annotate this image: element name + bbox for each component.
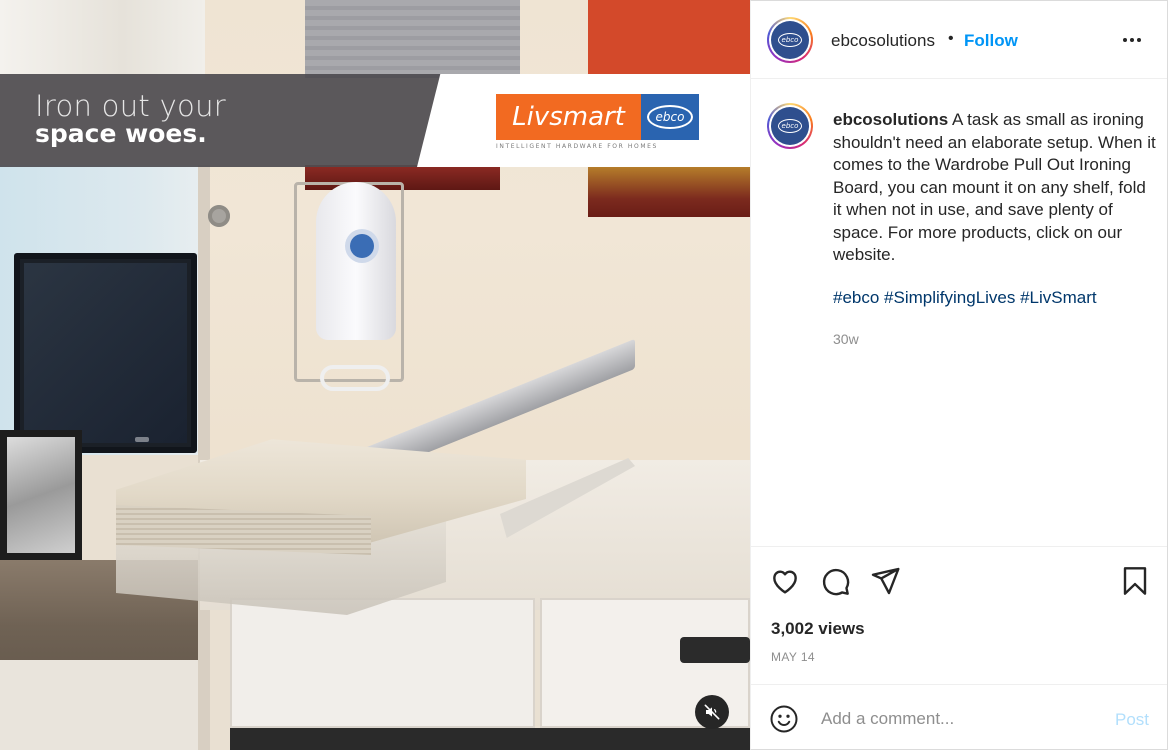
curtain: [0, 0, 205, 80]
header-separator: •: [948, 30, 954, 47]
caption-section: ebco ebcosolutions A task as small as ir…: [751, 79, 1167, 547]
overhead-shelf: [588, 165, 750, 217]
livsmart-wordmark: Livsmart: [496, 94, 641, 140]
red-cabinet: [588, 0, 750, 78]
follow-button[interactable]: Follow: [964, 31, 1018, 51]
caption: ebcosolutions A task as small as ironing…: [833, 109, 1157, 267]
muted-speaker-icon: [704, 704, 720, 720]
livsmart-logo: Livsmart ebco: [496, 94, 701, 140]
caption-username[interactable]: ebcosolutions: [833, 110, 948, 129]
digital-lock: [680, 637, 750, 663]
comment-bar: Post: [751, 685, 1167, 750]
emoji-icon[interactable]: [769, 704, 799, 734]
ebco-badge: ebco: [641, 94, 699, 140]
post-comment-button[interactable]: Post: [1115, 710, 1149, 730]
monitor-brand-logo: [135, 437, 149, 442]
post-date[interactable]: MAY 14: [771, 650, 815, 664]
action-bar: 3,002 views MAY 14: [751, 547, 1167, 685]
bookmark-icon[interactable]: [1119, 565, 1151, 597]
clothes-iron: [316, 182, 396, 340]
banner-headline-line2: space woes.: [35, 119, 207, 148]
post-header: ebco ebcosolutions • Follow: [751, 1, 1167, 79]
send-icon[interactable]: [869, 565, 901, 597]
drawer-left: [230, 598, 535, 728]
iron-cord: [320, 365, 390, 391]
photo-frame: [0, 430, 82, 560]
plinth: [230, 728, 750, 750]
caption-timestamp: 30w: [833, 331, 859, 347]
wall-knob: [208, 205, 230, 227]
caption-avatar[interactable]: ebco: [767, 103, 813, 149]
logo-tagline: INTELLIGENT HARDWARE FOR HOMES: [496, 143, 658, 150]
mute-button[interactable]: [695, 695, 729, 729]
header-username[interactable]: ebcosolutions: [831, 31, 935, 51]
comment-icon[interactable]: [819, 565, 851, 597]
monitor: [14, 253, 197, 453]
avatar-logo-text: ebco: [778, 33, 802, 47]
wardrobe-side-panel: [198, 165, 210, 750]
more-options-icon[interactable]: [1123, 38, 1141, 42]
ebco-badge-text: ebco: [647, 105, 693, 129]
banner-headline-line1: Iron out your: [35, 89, 226, 123]
heart-icon[interactable]: [769, 565, 801, 597]
post-media[interactable]: Iron out your space woes. Livsmart ebco …: [0, 0, 750, 750]
window-blind: [305, 0, 520, 78]
caption-hashtags[interactable]: #ebco #SimplifyingLives #LivSmart: [833, 288, 1097, 308]
avatar[interactable]: ebco: [767, 17, 813, 63]
caption-avatar-logo-text: ebco: [778, 119, 802, 133]
post-sidebar: ebco ebcosolutions • Follow ebco ebcosol…: [750, 0, 1168, 750]
view-count[interactable]: 3,002 views: [771, 619, 865, 639]
iron-dial: [350, 234, 374, 258]
desk-front: [0, 660, 200, 750]
comment-input[interactable]: [821, 707, 1101, 731]
caption-text: A task as small as ironing shouldn't nee…: [833, 110, 1156, 264]
